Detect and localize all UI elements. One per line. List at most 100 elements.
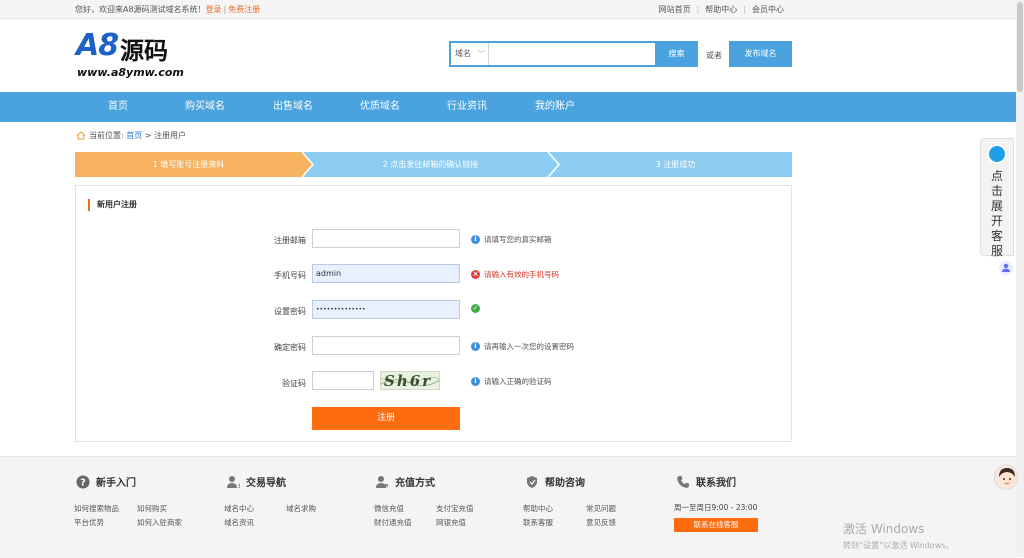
footer-link[interactable]: 域名求购	[286, 503, 316, 514]
search-button[interactable]: 搜索	[655, 41, 698, 67]
footer-col-trade: $ 交易导航 域名中心 域名求购 域名资讯	[224, 476, 316, 527]
user-money-icon: $	[227, 476, 240, 489]
windows-activation-watermark: 激活 Windows 转到“设置”以激活 Windows。	[843, 520, 954, 551]
step-2: 2 点击发往邮箱的确认链接	[382, 160, 479, 169]
contact-online-cs-button[interactable]: 联系在线客服	[674, 518, 758, 532]
nav-home[interactable]: 首页	[108, 92, 128, 122]
help-center-link[interactable]: 帮助中心	[705, 5, 737, 14]
register-button[interactable]: 注册	[312, 407, 460, 430]
captcha-text: Sh6r	[384, 372, 433, 390]
home-icon	[76, 131, 86, 140]
email-hint: i 请填写您的真实邮箱	[471, 234, 552, 245]
panel-title: 新用户注册	[88, 199, 137, 211]
info-icon: i	[471, 376, 480, 386]
logo-a8: A8	[76, 28, 119, 63]
question-icon: ?	[76, 475, 90, 489]
footer-link[interactable]: 微信充值	[374, 503, 404, 514]
breadcrumb: 当前位置: 首页 > 注册用户	[76, 130, 186, 141]
scrollbar-thumb[interactable]	[1017, 2, 1023, 92]
footer-link[interactable]: 平台优势	[74, 517, 104, 528]
footer-link[interactable]: 网银充值	[436, 517, 466, 528]
check-icon: ✓	[471, 304, 480, 313]
watermark-line1: 激活 Windows	[843, 522, 925, 536]
phone-hint: × 请输入有效的手机号码	[471, 269, 559, 279]
top-divider: |	[223, 5, 227, 14]
logo-cn: 源码	[120, 37, 168, 65]
footer-link[interactable]: 财付通充值	[374, 517, 412, 528]
footer-link[interactable]: 如何搜索物品	[74, 503, 119, 514]
member-center-link[interactable]: 会员中心	[752, 5, 784, 14]
register-link[interactable]: 免费注册	[228, 5, 260, 14]
main-nav: 首页 购买域名 出售域名 优质域名 行业资讯 我的账户	[0, 92, 1016, 122]
footer-col-title: 帮助咨询	[545, 478, 585, 489]
site-home-link[interactable]: 网站首页	[659, 5, 691, 14]
footer-col-help: 帮助咨询 帮助中心 常见问题 联系客服 意见反馈	[523, 476, 616, 527]
svg-text:$: $	[238, 483, 240, 489]
user-recharge-icon	[376, 476, 389, 488]
email-label: 注册邮箱	[274, 236, 306, 245]
captcha-image[interactable]: Sh6r	[380, 371, 440, 390]
footer-link[interactable]: 意见反馈	[586, 517, 616, 528]
nav-buy-domain[interactable]: 购买域名	[185, 92, 225, 122]
float-cs-text: 点击展开客服	[990, 169, 1003, 258]
confirm-password-label: 确定密码	[274, 343, 306, 352]
nav-my-account[interactable]: 我的账户	[535, 92, 575, 122]
welcome-message: 您好，欢迎来A8源码测试域名系统！	[75, 5, 206, 14]
footer-col-title: 充值方式	[395, 478, 435, 489]
footer-link[interactable]: 支付宝充值	[436, 503, 474, 514]
float-customer-service[interactable]: 点击展开客服	[980, 138, 1014, 258]
breadcrumb-home[interactable]: 首页	[126, 131, 142, 140]
shield-icon	[527, 476, 537, 488]
email-field[interactable]	[312, 229, 460, 248]
nav-premium-domain[interactable]: 优质域名	[360, 92, 400, 122]
captcha-hint: i 请输入正确的验证码	[471, 376, 552, 387]
phone-label: 手机号码	[274, 271, 306, 280]
search-box: 域名 ﹀	[449, 41, 659, 67]
confirm-password-field[interactable]	[312, 336, 460, 355]
breadcrumb-prefix: 当前位置:	[89, 131, 124, 140]
login-link[interactable]: 登录	[206, 5, 222, 14]
footer-link[interactable]: 帮助中心	[523, 503, 553, 514]
footer-link[interactable]: 联系客服	[523, 517, 553, 528]
footer-col-title: 交易导航	[246, 478, 286, 489]
footer-link[interactable]: 域名资讯	[224, 517, 254, 528]
confirm-hint: i 请再输入一次您的设置密码	[471, 341, 574, 352]
qq-icon	[987, 144, 1007, 164]
chat-avatar-icon[interactable]	[994, 464, 1018, 490]
publish-domain-button[interactable]: 发布域名	[729, 41, 792, 67]
site-logo[interactable]: A8 源码 www.a8ymw.com	[76, 28, 206, 80]
footer-link[interactable]: 常见问题	[586, 503, 616, 514]
footer-col-contact: 联系我们	[676, 476, 736, 492]
footer-col-newbie: ? 新手入门 如何搜索物品 如何购买 平台优势 如何入驻商家	[74, 475, 182, 527]
password-label: 设置密码	[274, 307, 306, 316]
info-icon: i	[471, 234, 480, 244]
chevron-down-icon: ﹀	[478, 50, 485, 58]
welcome-text: 您好，欢迎来A8源码测试域名系统！登录 | 免费注册	[75, 4, 260, 15]
password-field[interactable]: ••••••••••••••	[312, 300, 460, 319]
footer-link[interactable]: 如何购买	[137, 503, 167, 514]
phone-icon	[677, 476, 689, 488]
search-input[interactable]	[491, 43, 659, 65]
phone-field[interactable]: admin	[312, 264, 460, 283]
svg-text:?: ?	[80, 478, 86, 489]
info-icon: i	[471, 341, 480, 351]
watermark-line2: 转到“设置”以激活 Windows。	[843, 541, 954, 550]
footer-col-title: 联系我们	[696, 478, 736, 489]
or-text: 或者	[706, 51, 722, 60]
contact-hours: 周一至周日9:00 - 23:00	[674, 503, 758, 512]
registration-steps: 1 填写账号注册资料 2 点击发往邮箱的确认链接 3 注册成功	[75, 152, 792, 177]
step-3: 3 注册成功	[655, 160, 696, 169]
error-icon: ×	[471, 269, 480, 279]
footer-link[interactable]: 域名中心	[224, 503, 254, 514]
person-icon[interactable]	[996, 260, 1016, 276]
footer-link[interactable]: 如何入驻商家	[137, 517, 182, 528]
nav-industry-news[interactable]: 行业资讯	[447, 92, 487, 122]
captcha-field[interactable]	[312, 371, 374, 390]
captcha-label: 验证码	[282, 379, 306, 388]
search-type-select[interactable]: 域名 ﹀	[451, 43, 489, 65]
breadcrumb-sep: >	[144, 131, 152, 140]
nav-sell-domain[interactable]: 出售域名	[273, 92, 313, 122]
footer-col-title: 新手入门	[96, 478, 136, 489]
search-type-value: 域名	[455, 49, 471, 58]
footer-col-recharge: 充值方式 微信充值 支付宝充值 财付通充值 网银充值	[374, 476, 474, 527]
